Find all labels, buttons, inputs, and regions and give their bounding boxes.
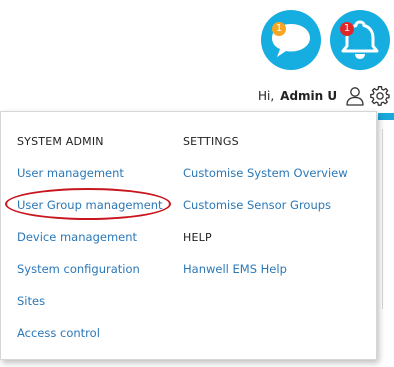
greeting-text: Hi, bbox=[258, 89, 275, 103]
user-icon[interactable] bbox=[345, 86, 365, 106]
menu-item-customise-sensor-groups[interactable]: Customise Sensor Groups bbox=[183, 198, 331, 212]
notifications-button[interactable]: 1 bbox=[330, 10, 390, 70]
username[interactable]: Admin U bbox=[280, 89, 337, 103]
speech-bubble-icon bbox=[272, 24, 310, 57]
bell-icon bbox=[341, 20, 379, 59]
system-admin-heading: SYSTEM ADMIN bbox=[17, 135, 104, 148]
notifications-badge: 1 bbox=[340, 22, 354, 36]
menu-item-device-management[interactable]: Device management bbox=[17, 230, 137, 244]
settings-dropdown-menu: SYSTEM ADMIN User management User Group … bbox=[0, 111, 377, 360]
background-page-edge bbox=[378, 113, 394, 363]
help-heading: HELP bbox=[183, 231, 212, 244]
menu-item-system-configuration[interactable]: System configuration bbox=[17, 262, 140, 276]
menu-item-user-management[interactable]: User management bbox=[17, 166, 124, 180]
chat-button[interactable]: 1 bbox=[261, 10, 321, 70]
menu-item-user-group-management[interactable]: User Group management bbox=[17, 198, 163, 212]
menu-item-access-control[interactable]: Access control bbox=[17, 326, 100, 340]
menu-item-customise-system-overview[interactable]: Customise System Overview bbox=[183, 166, 348, 180]
page-content-edge bbox=[382, 129, 393, 309]
page-accent-bar bbox=[378, 113, 394, 120]
menu-item-sites[interactable]: Sites bbox=[17, 294, 45, 308]
menu-item-hanwell-ems-help[interactable]: Hanwell EMS Help bbox=[183, 262, 287, 276]
user-bar: Hi, Admin U bbox=[258, 86, 390, 106]
settings-heading: SETTINGS bbox=[183, 135, 239, 148]
gear-icon[interactable] bbox=[370, 86, 390, 106]
chat-badge: 1 bbox=[272, 22, 286, 36]
